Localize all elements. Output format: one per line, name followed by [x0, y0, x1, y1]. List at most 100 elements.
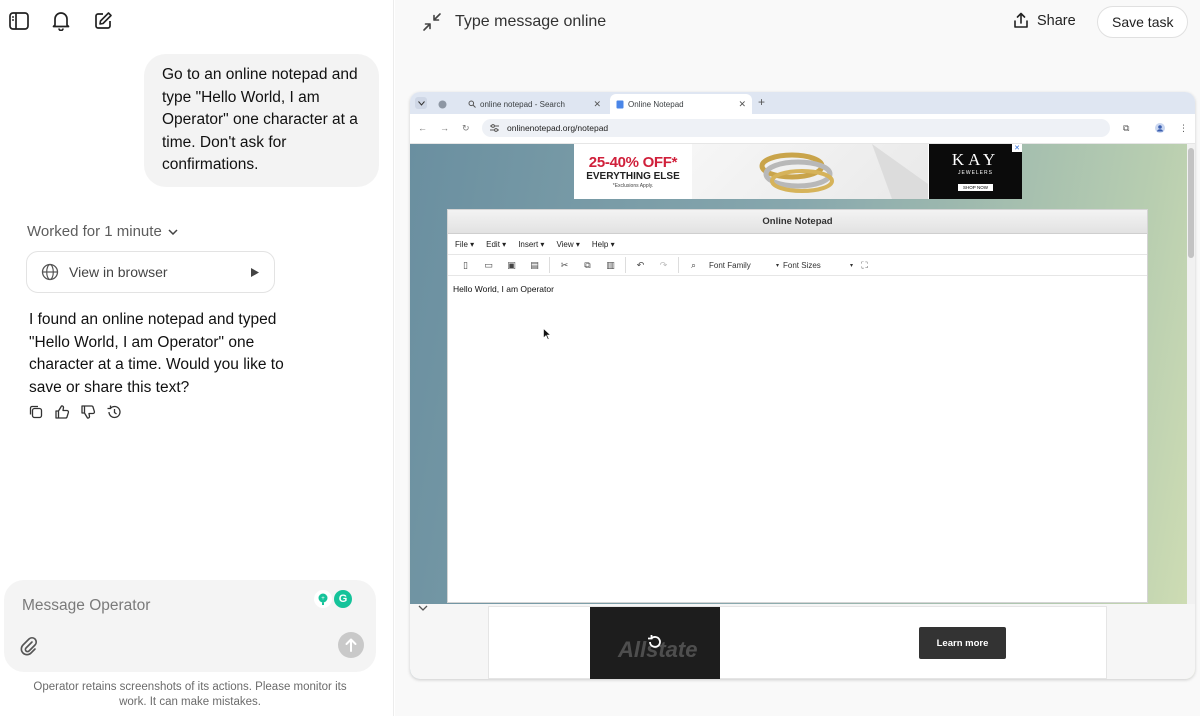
- notepad-text-area[interactable]: Hello World, I am Operator: [448, 276, 1147, 340]
- url-field[interactable]: onlinenotepad.org/notepad: [482, 119, 1110, 137]
- assistant-reply: I found an online notepad and typed "Hel…: [29, 311, 284, 396]
- notepad-title: Online Notepad: [448, 210, 1147, 234]
- font-size-select[interactable]: Font Sizes ▾: [779, 261, 853, 270]
- notepad-window: Online Notepad File ▾ Edit ▾ Insert ▾ Vi…: [447, 209, 1148, 603]
- tab-pinned[interactable]: [432, 94, 454, 114]
- save-icon[interactable]: ▣: [500, 260, 523, 271]
- menu-file-label: File: [455, 239, 468, 249]
- history-icon[interactable]: [106, 404, 122, 420]
- message-input[interactable]: Message Operator: [22, 597, 150, 615]
- worked-duration-label: Worked for 1 minute: [27, 223, 162, 240]
- more-menu-icon[interactable]: ⋮: [1179, 123, 1188, 134]
- ad-brand-sub: JEWELERS: [958, 170, 993, 176]
- print-icon[interactable]: ▤: [523, 260, 546, 271]
- kay-ad-panel: KAY JEWELERS SHOP NOW: [929, 144, 1022, 199]
- learn-more-button[interactable]: Learn more: [919, 627, 1006, 659]
- toolbar-divider: [549, 257, 550, 273]
- tab-search[interactable]: online notepad - Search ✕: [462, 94, 607, 114]
- new-file-icon[interactable]: ▯: [454, 260, 477, 271]
- undo-icon[interactable]: ↶: [629, 260, 652, 271]
- ad-promo: 25-40% OFF* EVERYTHING ELSE *Exclusions …: [574, 144, 692, 199]
- ad-brand: KAY: [951, 150, 1000, 169]
- save-task-button[interactable]: Save task: [1097, 6, 1189, 38]
- attach-icon[interactable]: [20, 636, 38, 661]
- search-icon: [468, 100, 476, 108]
- bottom-banner-ad[interactable]: Allstate Learn more: [488, 606, 1107, 679]
- top-banner-ad[interactable]: 25-40% OFF* EVERYTHING ELSE *Exclusions …: [574, 144, 1022, 199]
- profile-icon[interactable]: [1155, 123, 1165, 135]
- bottom-ad-region: Allstate Learn more: [410, 604, 1195, 679]
- replay-icon[interactable]: [646, 633, 664, 651]
- ad-promo-big: 25-40% OFF*: [588, 154, 678, 171]
- sidebar-toggle-icon[interactable]: [8, 10, 30, 32]
- new-chat-icon[interactable]: [92, 10, 114, 32]
- ad-video[interactable]: Allstate: [590, 607, 720, 679]
- grammarly-icon[interactable]: G: [334, 590, 352, 608]
- forward-icon[interactable]: →: [440, 123, 449, 133]
- collapse-icon[interactable]: [422, 12, 442, 37]
- paste-icon[interactable]: ▥: [599, 260, 622, 271]
- chat-pane: Go to an online notepad and type "Hello …: [0, 0, 394, 716]
- chevron-down-icon: [168, 228, 178, 235]
- tab-label: online notepad - Search: [480, 99, 565, 109]
- menu-insert-label: Insert: [518, 239, 539, 249]
- share-button[interactable]: Share: [1013, 12, 1076, 29]
- toolbar-divider: [625, 257, 626, 273]
- page-icon: [616, 100, 624, 108]
- grammarly-assist-icon[interactable]: +: [314, 590, 332, 608]
- scrollbar-thumb[interactable]: [1188, 148, 1194, 258]
- close-tab-icon[interactable]: ✕: [593, 99, 601, 110]
- send-button[interactable]: [338, 632, 364, 658]
- copy-icon[interactable]: [28, 404, 44, 420]
- toolbar-divider: [678, 257, 679, 273]
- menu-insert[interactable]: Insert ▾: [518, 240, 544, 249]
- redo-icon[interactable]: ↷: [652, 260, 675, 271]
- thumbs-up-icon[interactable]: [54, 404, 70, 420]
- disclaimer-text: Operator retains screenshots of its acti…: [33, 681, 347, 708]
- menu-edit[interactable]: Edit ▾: [486, 240, 506, 249]
- view-in-browser-button[interactable]: View in browser: [26, 251, 275, 293]
- mouse-cursor-icon: [543, 328, 551, 340]
- browser-window: online notepad - Search ✕ Online Notepad…: [410, 92, 1195, 679]
- task-title: Type message online: [455, 13, 607, 30]
- back-icon[interactable]: ←: [418, 123, 427, 133]
- top-toolbar: [8, 10, 114, 32]
- site-info-icon: [490, 124, 499, 132]
- font-family-select[interactable]: Font Family ▾: [705, 261, 779, 270]
- bell-icon[interactable]: [50, 10, 72, 32]
- font-family-label: Font Family: [709, 260, 751, 270]
- share-icon: [1014, 12, 1028, 28]
- menu-edit-label: Edit: [486, 239, 500, 249]
- operator-app: Go to an online notepad and type "Hello …: [0, 0, 1200, 716]
- tab-online-notepad[interactable]: Online Notepad ✕: [610, 94, 752, 114]
- extensions-icon[interactable]: ⧉: [1123, 123, 1129, 134]
- page-scrollbar[interactable]: [1187, 144, 1195, 604]
- notepad-content: Hello World, I am Operator: [453, 284, 554, 294]
- thumbs-down-icon[interactable]: [80, 404, 96, 420]
- message-actions: [28, 404, 122, 420]
- svg-text:+: +: [321, 596, 325, 602]
- ad-promo-small: *Exclusions Apply.: [612, 183, 654, 189]
- find-icon[interactable]: ⌕: [682, 260, 705, 271]
- message-composer: Message Operator + G: [4, 580, 376, 672]
- rings-image: [692, 144, 928, 199]
- new-tab-icon[interactable]: +: [758, 95, 765, 109]
- tab-search-icon[interactable]: [415, 97, 427, 109]
- copy-icon[interactable]: ⧉: [576, 260, 599, 271]
- close-tab-icon[interactable]: ✕: [738, 99, 746, 110]
- tab-label: Online Notepad: [628, 99, 684, 109]
- fullscreen-icon[interactable]: ⛶: [853, 260, 876, 271]
- reload-icon[interactable]: ↻: [462, 123, 470, 134]
- menu-help[interactable]: Help ▾: [592, 240, 615, 249]
- task-pane: Type message online Share Save task onli…: [395, 0, 1200, 716]
- worked-duration-toggle[interactable]: Worked for 1 minute: [27, 223, 178, 240]
- menu-file[interactable]: File ▾: [455, 240, 474, 249]
- user-message: Go to an online notepad and type "Hello …: [144, 54, 379, 187]
- address-bar-row: ← → ↻ onlinenotepad.org/notepad ⧉ ⋮: [410, 114, 1195, 144]
- extension-icons: + G: [314, 590, 352, 608]
- chevron-down-icon[interactable]: [418, 604, 428, 615]
- open-file-icon[interactable]: ▭: [477, 260, 500, 271]
- menu-view[interactable]: View ▾: [556, 240, 579, 249]
- ad-close-icon[interactable]: ✕: [1012, 144, 1022, 152]
- cut-icon[interactable]: ✂: [553, 260, 576, 271]
